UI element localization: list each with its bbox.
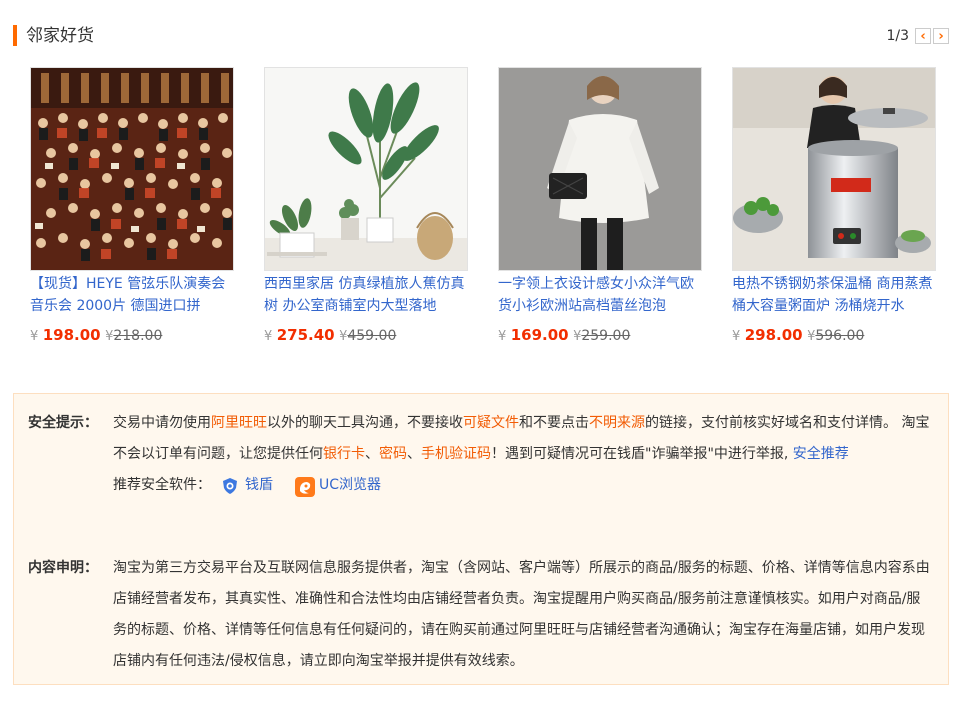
currency-symbol: ¥: [264, 329, 273, 344]
steel-bucket-image: [733, 68, 935, 270]
original-price: 596.00: [815, 328, 865, 344]
safety-notice: 安全提示： 交易中请勿使用阿里旺旺以外的聊天工具沟通，不要接收可疑文件和不要点击…: [28, 408, 934, 501]
currency-symbol: ¥: [498, 329, 507, 344]
price-row: ¥ 298.00 ¥596.00: [732, 324, 936, 348]
highlight-suspicious-files: 可疑文件: [463, 415, 519, 431]
original-price: 259.00: [581, 328, 631, 344]
text-segment: 以外的聊天工具沟通，不要接收: [267, 415, 463, 431]
software-label: 推荐安全软件：: [113, 477, 211, 493]
safety-text: 交易中请勿使用阿里旺旺以外的聊天工具沟通，不要接收可疑文件和不要点击不明来源的链…: [113, 408, 934, 501]
text-segment: 、: [365, 446, 379, 462]
safety-label: 安全提示：: [28, 415, 98, 431]
product-card[interactable]: 【现货】HEYE 管弦乐队演奏会音乐会 2000片 德国进口拼 ¥ 198.00…: [30, 67, 234, 348]
pager-next-button[interactable]: ›: [933, 28, 949, 44]
chevron-right-icon: ›: [938, 28, 944, 44]
disclaimer-text: 淘宝为第三方交易平台及互联网信息服务提供者，淘宝（含网站、客户端等）所展示的商品…: [113, 560, 930, 669]
highlight-bank-card: 银行卡: [323, 446, 365, 462]
text-segment: 交易中请勿使用: [113, 415, 211, 431]
product-image[interactable]: [498, 67, 702, 271]
uc-browser-link[interactable]: UC浏览器: [295, 470, 381, 501]
pager: 1/3 ‹ ›: [886, 27, 949, 45]
product-title[interactable]: 西西里家居 仿真绿植旅人蕉仿真树 办公室商铺室内大型落地: [264, 273, 468, 317]
product-title[interactable]: 一字领上衣设计感女小众洋气欧货小衫欧洲站高档蕾丝泡泡: [498, 273, 702, 317]
price-row: ¥ 198.00 ¥218.00: [30, 324, 234, 348]
sale-price: 198.00: [42, 326, 101, 344]
text-segment: ！遇到可疑情况可在钱盾"诈骗举报"中进行举报,: [491, 446, 789, 462]
price-row: ¥ 169.00 ¥259.00: [498, 324, 702, 348]
title-accent-bar: [13, 25, 17, 46]
qiandun-shield-icon: [221, 477, 239, 495]
software-name: UC浏览器: [319, 477, 382, 493]
product-card[interactable]: 西西里家居 仿真绿植旅人蕉仿真树 办公室商铺室内大型落地 ¥ 275.40 ¥4…: [264, 67, 468, 348]
blouse-model-image: [499, 68, 701, 270]
plants-image: [265, 68, 467, 270]
notice-box: 安全提示： 交易中请勿使用阿里旺旺以外的聊天工具沟通，不要接收可疑文件和不要点击…: [13, 393, 949, 685]
disclaimer-label: 内容申明：: [28, 560, 98, 576]
product-image[interactable]: [732, 67, 936, 271]
product-image[interactable]: [264, 67, 468, 271]
pager-indicator: 1/3: [886, 28, 909, 44]
currency-symbol: ¥: [30, 329, 39, 344]
highlight-aliwangwang: 阿里旺旺: [211, 415, 267, 431]
text-segment: 、: [407, 446, 421, 462]
price-row: ¥ 275.40 ¥459.00: [264, 324, 468, 348]
product-image[interactable]: [30, 67, 234, 271]
qiandun-link[interactable]: 钱盾: [221, 470, 273, 501]
original-price: 218.00: [113, 328, 163, 344]
highlight-sms-code: 手机验证码: [421, 446, 491, 462]
section-title: 邻家好货: [26, 26, 94, 46]
orchestra-puzzle-image: [31, 68, 233, 270]
sale-price: 275.40: [276, 326, 335, 344]
text-segment: 和不要点击: [519, 415, 589, 431]
original-price: 459.00: [347, 328, 397, 344]
product-title[interactable]: 【现货】HEYE 管弦乐队演奏会音乐会 2000片 德国进口拼: [30, 273, 234, 317]
pager-prev-button[interactable]: ‹: [915, 28, 931, 44]
uc-browser-icon: [295, 476, 315, 497]
security-recommend-link[interactable]: 安全推荐: [793, 446, 849, 462]
product-card[interactable]: 电热不锈钢奶茶保温桶 商用蒸煮桶大容量粥面炉 汤桶烧开水 ¥ 298.00 ¥5…: [732, 67, 936, 348]
highlight-password: 密码: [379, 446, 407, 462]
chevron-left-icon: ‹: [920, 28, 926, 44]
product-card[interactable]: 一字领上衣设计感女小众洋气欧货小衫欧洲站高档蕾丝泡泡 ¥ 169.00 ¥259…: [498, 67, 702, 348]
highlight-unknown-source: 不明来源: [589, 415, 645, 431]
currency-symbol: ¥: [732, 329, 741, 344]
section-header: 邻家好货 1/3 ‹ ›: [13, 22, 949, 50]
software-name: 钱盾: [245, 477, 273, 493]
product-title[interactable]: 电热不锈钢奶茶保温桶 商用蒸煮桶大容量粥面炉 汤桶烧开水: [732, 273, 936, 317]
sale-price: 169.00: [510, 326, 569, 344]
sale-price: 298.00: [744, 326, 803, 344]
content-disclaimer: 内容申明： 淘宝为第三方交易平台及互联网信息服务提供者，淘宝（含网站、客户端等）…: [28, 553, 934, 677]
software-line: 推荐安全软件： 钱盾 UC浏览器: [113, 470, 934, 501]
